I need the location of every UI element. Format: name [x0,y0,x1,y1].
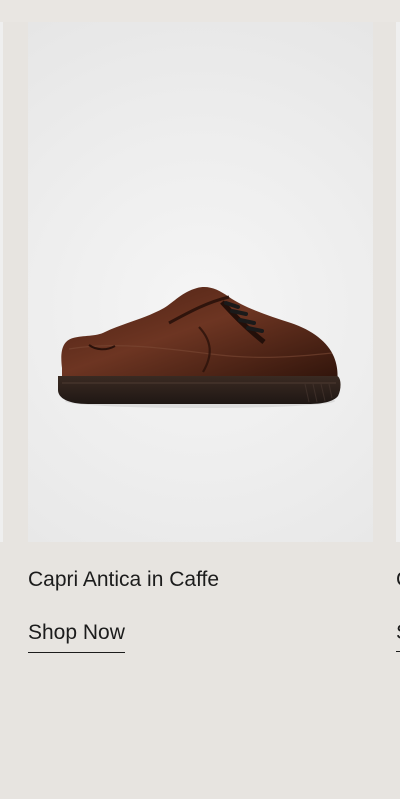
next-product-card-edge[interactable] [396,22,400,542]
previous-product-card-edge[interactable] [0,22,3,542]
brown-leather-sneaker-image [58,287,341,408]
shop-now-link[interactable]: Shop Now [28,620,125,653]
next-product-shop-link-peek[interactable]: S [396,620,400,652]
top-strip [0,0,400,22]
product-carousel: Capri Antica in Caffe Shop Now C S [0,0,400,799]
product-card[interactable]: Capri Antica in Caffe Shop Now [28,22,373,662]
next-product-title-peek[interactable]: C [396,567,400,589]
product-image[interactable] [28,22,373,542]
product-title[interactable]: Capri Antica in Caffe [28,567,219,593]
